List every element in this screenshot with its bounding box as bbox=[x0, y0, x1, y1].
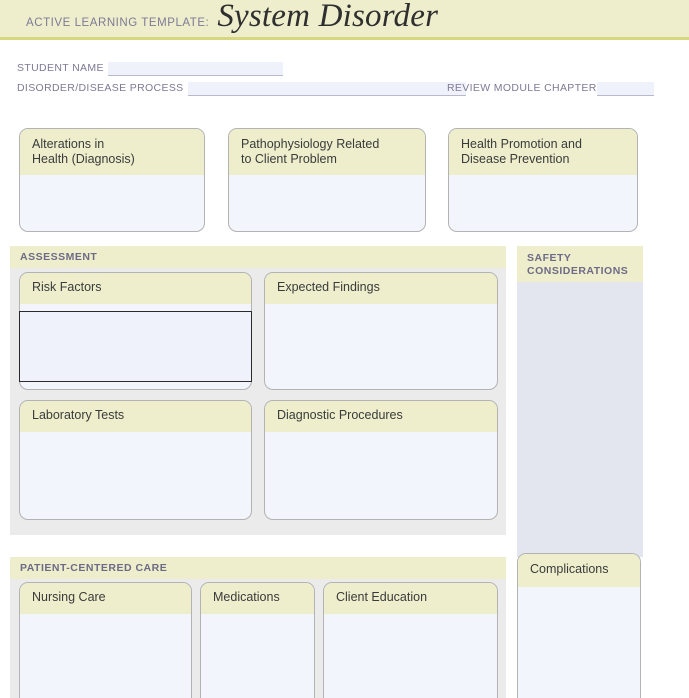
card-client-education: Client Education bbox=[323, 582, 498, 698]
card-diagnostic-procedures-title: Diagnostic Procedures bbox=[265, 401, 497, 432]
patient-centered-care-label: PATIENT-CENTERED CARE bbox=[10, 557, 506, 579]
card-laboratory-tests-title: Laboratory Tests bbox=[20, 401, 251, 432]
card-expected-findings: Expected Findings bbox=[264, 272, 498, 390]
card-pathophysiology-title: Pathophysiology Related to Client Problem bbox=[229, 129, 425, 175]
card-nursing-care: Nursing Care bbox=[19, 582, 192, 698]
header-banner: ACTIVE LEARNING TEMPLATE: System Disorde… bbox=[0, 0, 689, 40]
safety-considerations-label: SAFETY CONSIDERATIONS bbox=[517, 246, 643, 282]
disorder-process-input[interactable] bbox=[187, 82, 466, 96]
card-client-education-title: Client Education bbox=[324, 583, 497, 614]
safety-considerations-input[interactable] bbox=[517, 282, 643, 557]
template-eyebrow-label: ACTIVE LEARNING TEMPLATE: bbox=[26, 17, 210, 29]
card-diagnostic-procedures: Diagnostic Procedures bbox=[264, 400, 498, 520]
disorder-process-row: DISORDER/DISEASE PROCESS bbox=[17, 82, 466, 96]
card-medications: Medications bbox=[200, 582, 315, 698]
review-module-chapter-label: REVIEW MODULE CHAPTER bbox=[447, 82, 597, 94]
student-name-input[interactable] bbox=[107, 62, 283, 76]
header-inner: ACTIVE LEARNING TEMPLATE: System Disorde… bbox=[26, 0, 438, 33]
card-pathophysiology: Pathophysiology Related to Client Problem bbox=[228, 128, 426, 232]
disorder-process-label: DISORDER/DISEASE PROCESS bbox=[17, 82, 184, 94]
review-module-chapter-input[interactable] bbox=[596, 82, 654, 96]
card-health-promotion-title: Health Promotion and Disease Prevention bbox=[449, 129, 637, 175]
student-name-label: STUDENT NAME bbox=[17, 62, 104, 74]
student-name-row: STUDENT NAME bbox=[17, 62, 283, 76]
card-laboratory-tests: Laboratory Tests bbox=[19, 400, 252, 520]
active-learning-template-page: ACTIVE LEARNING TEMPLATE: System Disorde… bbox=[0, 0, 689, 698]
card-complications: Complications bbox=[517, 553, 641, 698]
safety-considerations-section: SAFETY CONSIDERATIONS bbox=[517, 246, 643, 557]
card-medications-title: Medications bbox=[201, 583, 314, 614]
card-nursing-care-title: Nursing Care bbox=[20, 583, 191, 614]
page-title: System Disorder bbox=[217, 0, 439, 34]
card-alterations-in-health-title: Alterations in Health (Diagnosis) bbox=[20, 129, 204, 175]
card-risk-factors-title: Risk Factors bbox=[20, 273, 251, 304]
card-complications-title: Complications bbox=[518, 554, 640, 587]
assessment-section-label: ASSESSMENT bbox=[10, 246, 506, 268]
card-health-promotion: Health Promotion and Disease Prevention bbox=[448, 128, 638, 232]
review-module-row: REVIEW MODULE CHAPTER bbox=[447, 82, 654, 96]
card-expected-findings-title: Expected Findings bbox=[265, 273, 497, 304]
card-risk-factors-input[interactable] bbox=[19, 311, 252, 382]
card-alterations-in-health: Alterations in Health (Diagnosis) bbox=[19, 128, 205, 232]
form-fields-area: STUDENT NAME DISORDER/DISEASE PROCESS RE… bbox=[0, 40, 689, 118]
